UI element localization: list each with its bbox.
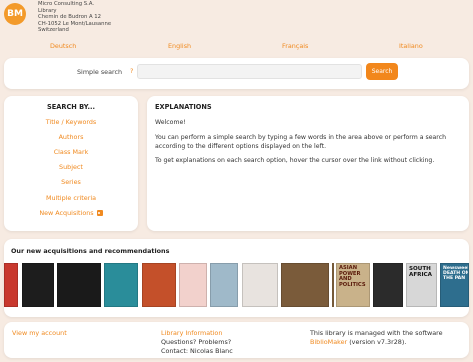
book-cover[interactable]: [4, 263, 18, 307]
cover-title: SOUTH AFRICA: [409, 266, 432, 278]
lang-francais-link[interactable]: Français: [282, 42, 308, 50]
footer: View my account Library Information Ques…: [4, 322, 469, 358]
address-line: Chemin de Budron A 12: [38, 14, 102, 21]
version-text: (version v7.3r28).: [349, 337, 407, 346]
book-cover[interactable]: [242, 263, 278, 307]
book-cover[interactable]: [332, 263, 334, 307]
footer-account-col: View my account: [12, 329, 67, 338]
acquisitions-title: Our new acquisitions and recommendations: [11, 247, 170, 255]
simple-search-label: Simple search: [77, 68, 123, 76]
explanation-paragraph: Welcome!: [155, 119, 186, 126]
explanation-paragraph: You can perform a simple search by typin…: [155, 134, 447, 151]
search-by-authors-link[interactable]: Authors: [4, 133, 138, 141]
new-acquisitions-row: New Acquisitions: [4, 209, 138, 217]
search-by-multiple-criteria-link[interactable]: Multiple criteria: [4, 194, 138, 202]
address-line: Micro Consulting S.A.: [38, 1, 95, 7]
search-help-icon[interactable]: ?: [130, 67, 133, 75]
book-cover[interactable]: Newsweek DEATH ON THE PAN: [440, 263, 469, 307]
search-button[interactable]: Search: [366, 63, 398, 80]
new-acquisitions-panel: Our new acquisitions and recommendations…: [4, 239, 469, 317]
address-line: Switzerland: [38, 27, 69, 34]
search-by-subject-link[interactable]: Subject: [4, 163, 138, 171]
simple-search-panel: Simple search ? Search: [4, 58, 469, 89]
lang-italiano-link[interactable]: Italiano: [399, 42, 423, 50]
explanations-panel: EXPLANATIONS Welcome! You can perform a …: [147, 96, 469, 231]
library-address: Micro Consulting S.A. Library Chemin de …: [38, 1, 111, 34]
footer-info-col: Library Information Questions? Problems?…: [161, 329, 233, 355]
bibliomaker-link[interactable]: BiblioMaker: [310, 338, 347, 346]
cover-title: ASIAN POWER AND POLITICS: [339, 265, 366, 288]
cover-title: Newsweek DEATH ON THE PAN: [443, 266, 469, 281]
header: BM Micro Consulting S.A. Library Chemin …: [0, 0, 473, 38]
explanations-title: EXPLANATIONS: [155, 103, 212, 111]
footer-software-col: This library is managed with the softwar…: [310, 329, 443, 347]
bibliomaker-logo: BM: [4, 3, 26, 25]
search-by-title: SEARCH BY...: [47, 103, 95, 111]
book-cover[interactable]: [57, 263, 101, 307]
search-by-new-acquisitions-link[interactable]: New Acquisitions: [39, 209, 93, 217]
rss-icon[interactable]: [96, 210, 103, 216]
book-cover[interactable]: [104, 263, 138, 307]
book-cover[interactable]: ASIAN POWER AND POLITICS: [336, 263, 370, 307]
view-account-link[interactable]: View my account: [12, 329, 67, 337]
address-line: Library: [38, 7, 57, 14]
book-cover[interactable]: SOUTH AFRICA: [406, 263, 437, 307]
contact-text: Contact: Nicolas Blanc: [161, 346, 233, 355]
language-bar: Deutsch English Français Italiano: [0, 42, 473, 52]
book-covers-carousel: ASIAN POWER AND POLITICS SOUTH AFRICA Ne…: [4, 263, 469, 308]
explanation-paragraph: To get explanations on each search optio…: [155, 157, 435, 164]
address-line: CH-1052 Le Mont/Lausanne: [38, 20, 112, 27]
search-input[interactable]: [137, 64, 362, 79]
library-information-link[interactable]: Library Information: [161, 329, 222, 337]
search-by-title-keywords-link[interactable]: Title / Keywords: [4, 118, 138, 126]
book-cover[interactable]: [22, 263, 54, 307]
questions-text: Questions? Problems?: [161, 337, 232, 346]
search-by-series-link[interactable]: Series: [4, 178, 138, 186]
search-by-panel: SEARCH BY... Title / Keywords Authors Cl…: [4, 96, 138, 231]
book-cover[interactable]: [179, 263, 207, 307]
book-cover[interactable]: [373, 263, 403, 307]
book-cover[interactable]: [142, 263, 176, 307]
lang-english-link[interactable]: English: [168, 42, 191, 50]
book-cover[interactable]: [281, 263, 329, 307]
managed-by-text: This library is managed with the softwar…: [310, 329, 443, 337]
search-by-class-mark-link[interactable]: Class Mark: [4, 148, 138, 156]
lang-deutsch-link[interactable]: Deutsch: [50, 42, 76, 50]
book-cover[interactable]: [210, 263, 238, 307]
